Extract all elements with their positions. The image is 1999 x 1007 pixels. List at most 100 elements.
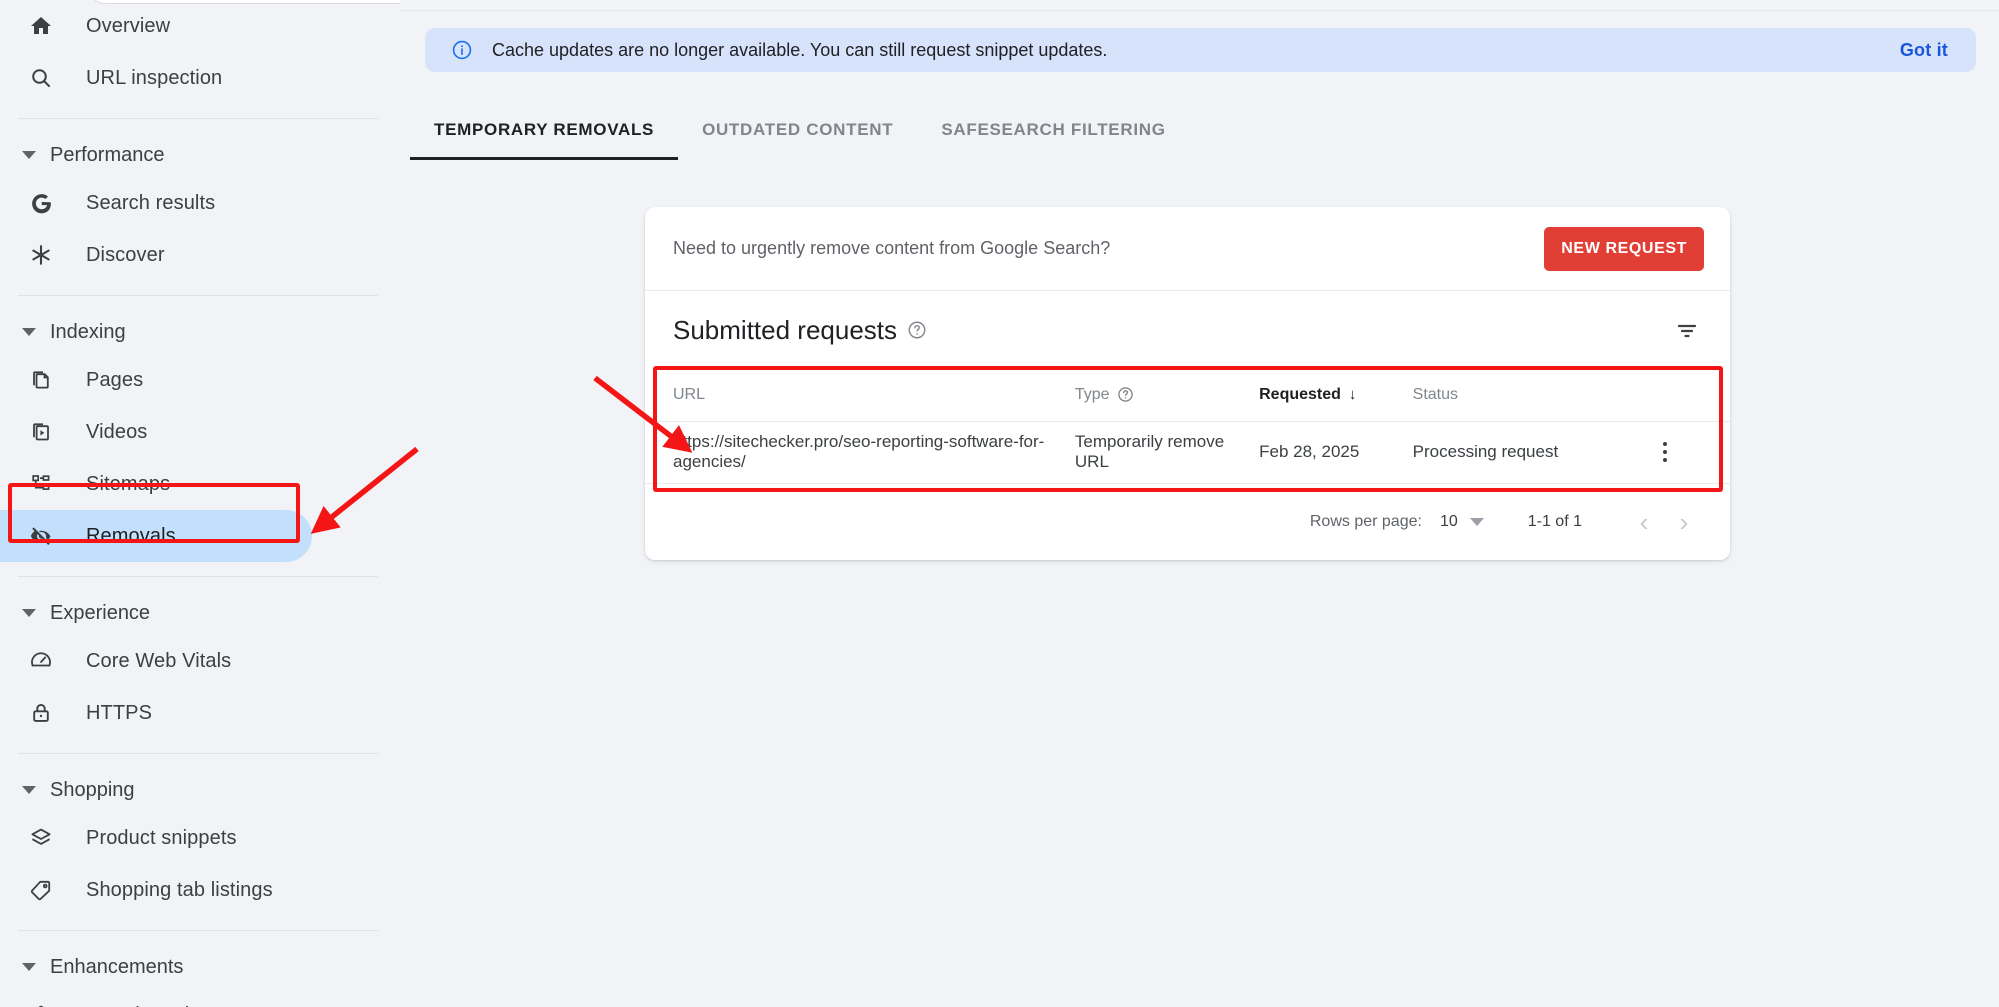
rows-per-page-label: Rows per page:	[1309, 512, 1422, 530]
pagination-range: 1-1 of 1	[1527, 512, 1582, 530]
removals-card: Need to urgently remove content from Goo…	[645, 207, 1730, 560]
info-icon	[451, 39, 473, 61]
column-header-label: Requested	[1259, 385, 1341, 403]
urgent-removal-row: Need to urgently remove content from Goo…	[645, 207, 1730, 291]
sidebar-item-removals[interactable]: Removals	[0, 510, 312, 562]
section-title: Submitted requests	[673, 314, 898, 345]
sidebar-group-label: Experience	[50, 601, 151, 624]
requests-table: URL Type Requested ↓ Status https://sitechec…	[645, 369, 1730, 484]
removals-tabs: TEMPORARY REMOVALS OUTDATED CONTENT SAFESE…	[400, 100, 1999, 166]
caret-down-icon	[22, 328, 36, 336]
sidebar-item-label: Pages	[86, 368, 144, 391]
sidebar-item-label: URL inspection	[86, 66, 223, 89]
column-header-status[interactable]: Status	[1412, 369, 1649, 422]
urgent-prompt-text: Need to urgently remove content from Goo…	[673, 238, 1111, 258]
filter-icon[interactable]	[1670, 313, 1704, 347]
search-icon	[26, 63, 56, 93]
cell-actions	[1648, 421, 1730, 484]
sidebar-item-label: Search results	[86, 191, 216, 214]
tag-icon	[26, 875, 56, 905]
eye-off-icon	[26, 521, 56, 551]
column-header-url[interactable]: URL	[645, 369, 1075, 422]
sidebar-item-label: Core Web Vitals	[86, 649, 232, 672]
sidebar-item-discover[interactable]: Discover	[0, 229, 400, 281]
column-header-actions	[1648, 369, 1730, 422]
google-g-icon	[26, 188, 56, 218]
caret-down-icon	[22, 151, 36, 159]
chevron-down-icon[interactable]	[1469, 517, 1484, 526]
sidebar-group-shopping[interactable]: Shopping	[0, 768, 400, 812]
help-circle-icon[interactable]	[1117, 386, 1134, 403]
sidebar-group-indexing[interactable]: Indexing	[0, 310, 400, 354]
sidebar-group-label: Shopping	[50, 778, 135, 801]
sidebar-item-label: Discover	[86, 243, 165, 266]
column-header-type[interactable]: Type	[1074, 369, 1260, 422]
next-page-button[interactable]: ›	[1664, 502, 1704, 542]
sitemap-icon	[26, 469, 56, 499]
sidebar-item-url-inspection[interactable]: URL inspection	[0, 52, 400, 104]
sort-descending-icon: ↓	[1348, 385, 1357, 403]
sidebar-item-core-web-vitals[interactable]: Core Web Vitals	[0, 635, 400, 687]
sidebar-nav-list: Overview URL inspection Performance Search …	[0, 0, 400, 1007]
sidebar-item-label: HTTPS	[86, 701, 153, 724]
new-request-button[interactable]: NEW REQUEST	[1544, 226, 1704, 271]
sidebar-item-label: Product snippets	[86, 826, 237, 849]
sidebar-item-sitemaps[interactable]: Sitemaps	[0, 458, 400, 510]
tab-safesearch-filtering[interactable]: SAFESEARCH FILTERING	[917, 100, 1189, 160]
cell-status: Processing request	[1412, 421, 1649, 484]
sidebar-item-label: Breadcrumbs	[86, 1004, 206, 1007]
sidebar-group-label: Enhancements	[50, 955, 184, 978]
asterisk-icon	[26, 240, 56, 270]
sidebar-divider	[18, 753, 378, 754]
main-content: Cache updates are no longer available. Y…	[400, 0, 1999, 1007]
sidebar-group-experience[interactable]: Experience	[0, 591, 400, 635]
column-header-requested[interactable]: Requested ↓	[1259, 369, 1413, 422]
layers-icon	[26, 1000, 56, 1007]
tab-temporary-removals[interactable]: TEMPORARY REMOVALS	[410, 100, 679, 160]
previous-page-button[interactable]: ‹	[1624, 502, 1664, 542]
sidebar-divider	[18, 930, 378, 931]
sidebar-divider	[18, 118, 378, 119]
table-header-row: URL Type Requested ↓ Status	[645, 369, 1730, 422]
sidebar-item-label: Overview	[86, 14, 171, 37]
pages-icon	[26, 365, 56, 395]
sidebar-item-overview[interactable]: Overview	[0, 0, 400, 52]
lock-icon	[26, 698, 56, 728]
sidebar-item-https[interactable]: HTTPS	[0, 687, 400, 739]
cell-url[interactable]: https://sitechecker.pro/seo-reporting-so…	[645, 421, 1075, 484]
tab-outdated-content[interactable]: OUTDATED CONTENT	[678, 100, 917, 160]
sidebar-group-enhancements[interactable]: Enhancements	[0, 945, 400, 989]
speedometer-icon	[26, 646, 56, 676]
sidebar-item-pages[interactable]: Pages	[0, 354, 400, 406]
sidebar-item-videos[interactable]: Videos	[0, 406, 400, 458]
sidebar-item-breadcrumbs[interactable]: Breadcrumbs	[0, 989, 400, 1007]
column-header-label: URL	[673, 385, 706, 403]
sidebar-divider	[18, 295, 378, 296]
banner-got-it-button[interactable]: Got it	[1894, 36, 1954, 65]
caret-down-icon	[22, 963, 36, 971]
cache-update-banner: Cache updates are no longer available. Y…	[425, 28, 1976, 72]
submitted-requests-header: Submitted requests	[645, 291, 1730, 369]
header-divider	[400, 10, 1999, 11]
kebab-menu-icon[interactable]	[1648, 435, 1682, 469]
rows-per-page-value[interactable]: 10	[1440, 513, 1458, 531]
sidebar-group-label: Indexing	[50, 320, 126, 343]
table-row[interactable]: https://sitechecker.pro/seo-reporting-so…	[645, 421, 1730, 484]
column-header-label: Type	[1074, 385, 1110, 403]
sidebar-group-performance[interactable]: Performance	[0, 133, 400, 177]
sidebar-item-label: Removals	[86, 524, 176, 547]
sidebar-item-label: Videos	[86, 420, 148, 443]
cell-type: Temporarily remove URL	[1074, 421, 1260, 484]
google-search-console-removals-page: Overview URL inspection Performance Search …	[0, 0, 1999, 1007]
banner-message: Cache updates are no longer available. Y…	[492, 39, 1108, 60]
help-circle-icon[interactable]	[907, 320, 927, 340]
column-header-label: Status	[1412, 385, 1459, 403]
sidebar-item-label: Shopping tab listings	[86, 878, 273, 901]
video-icon	[26, 417, 56, 447]
requests-table-body: https://sitechecker.pro/seo-reporting-so…	[645, 421, 1730, 484]
sidebar-item-shopping-tab-listings[interactable]: Shopping tab listings	[0, 864, 400, 916]
sidebar-item-search-results[interactable]: Search results	[0, 177, 400, 229]
requests-table-head: URL Type Requested ↓ Status	[645, 369, 1730, 422]
sidebar: Overview URL inspection Performance Search …	[0, 0, 400, 1007]
sidebar-item-product-snippets[interactable]: Product snippets	[0, 812, 400, 864]
